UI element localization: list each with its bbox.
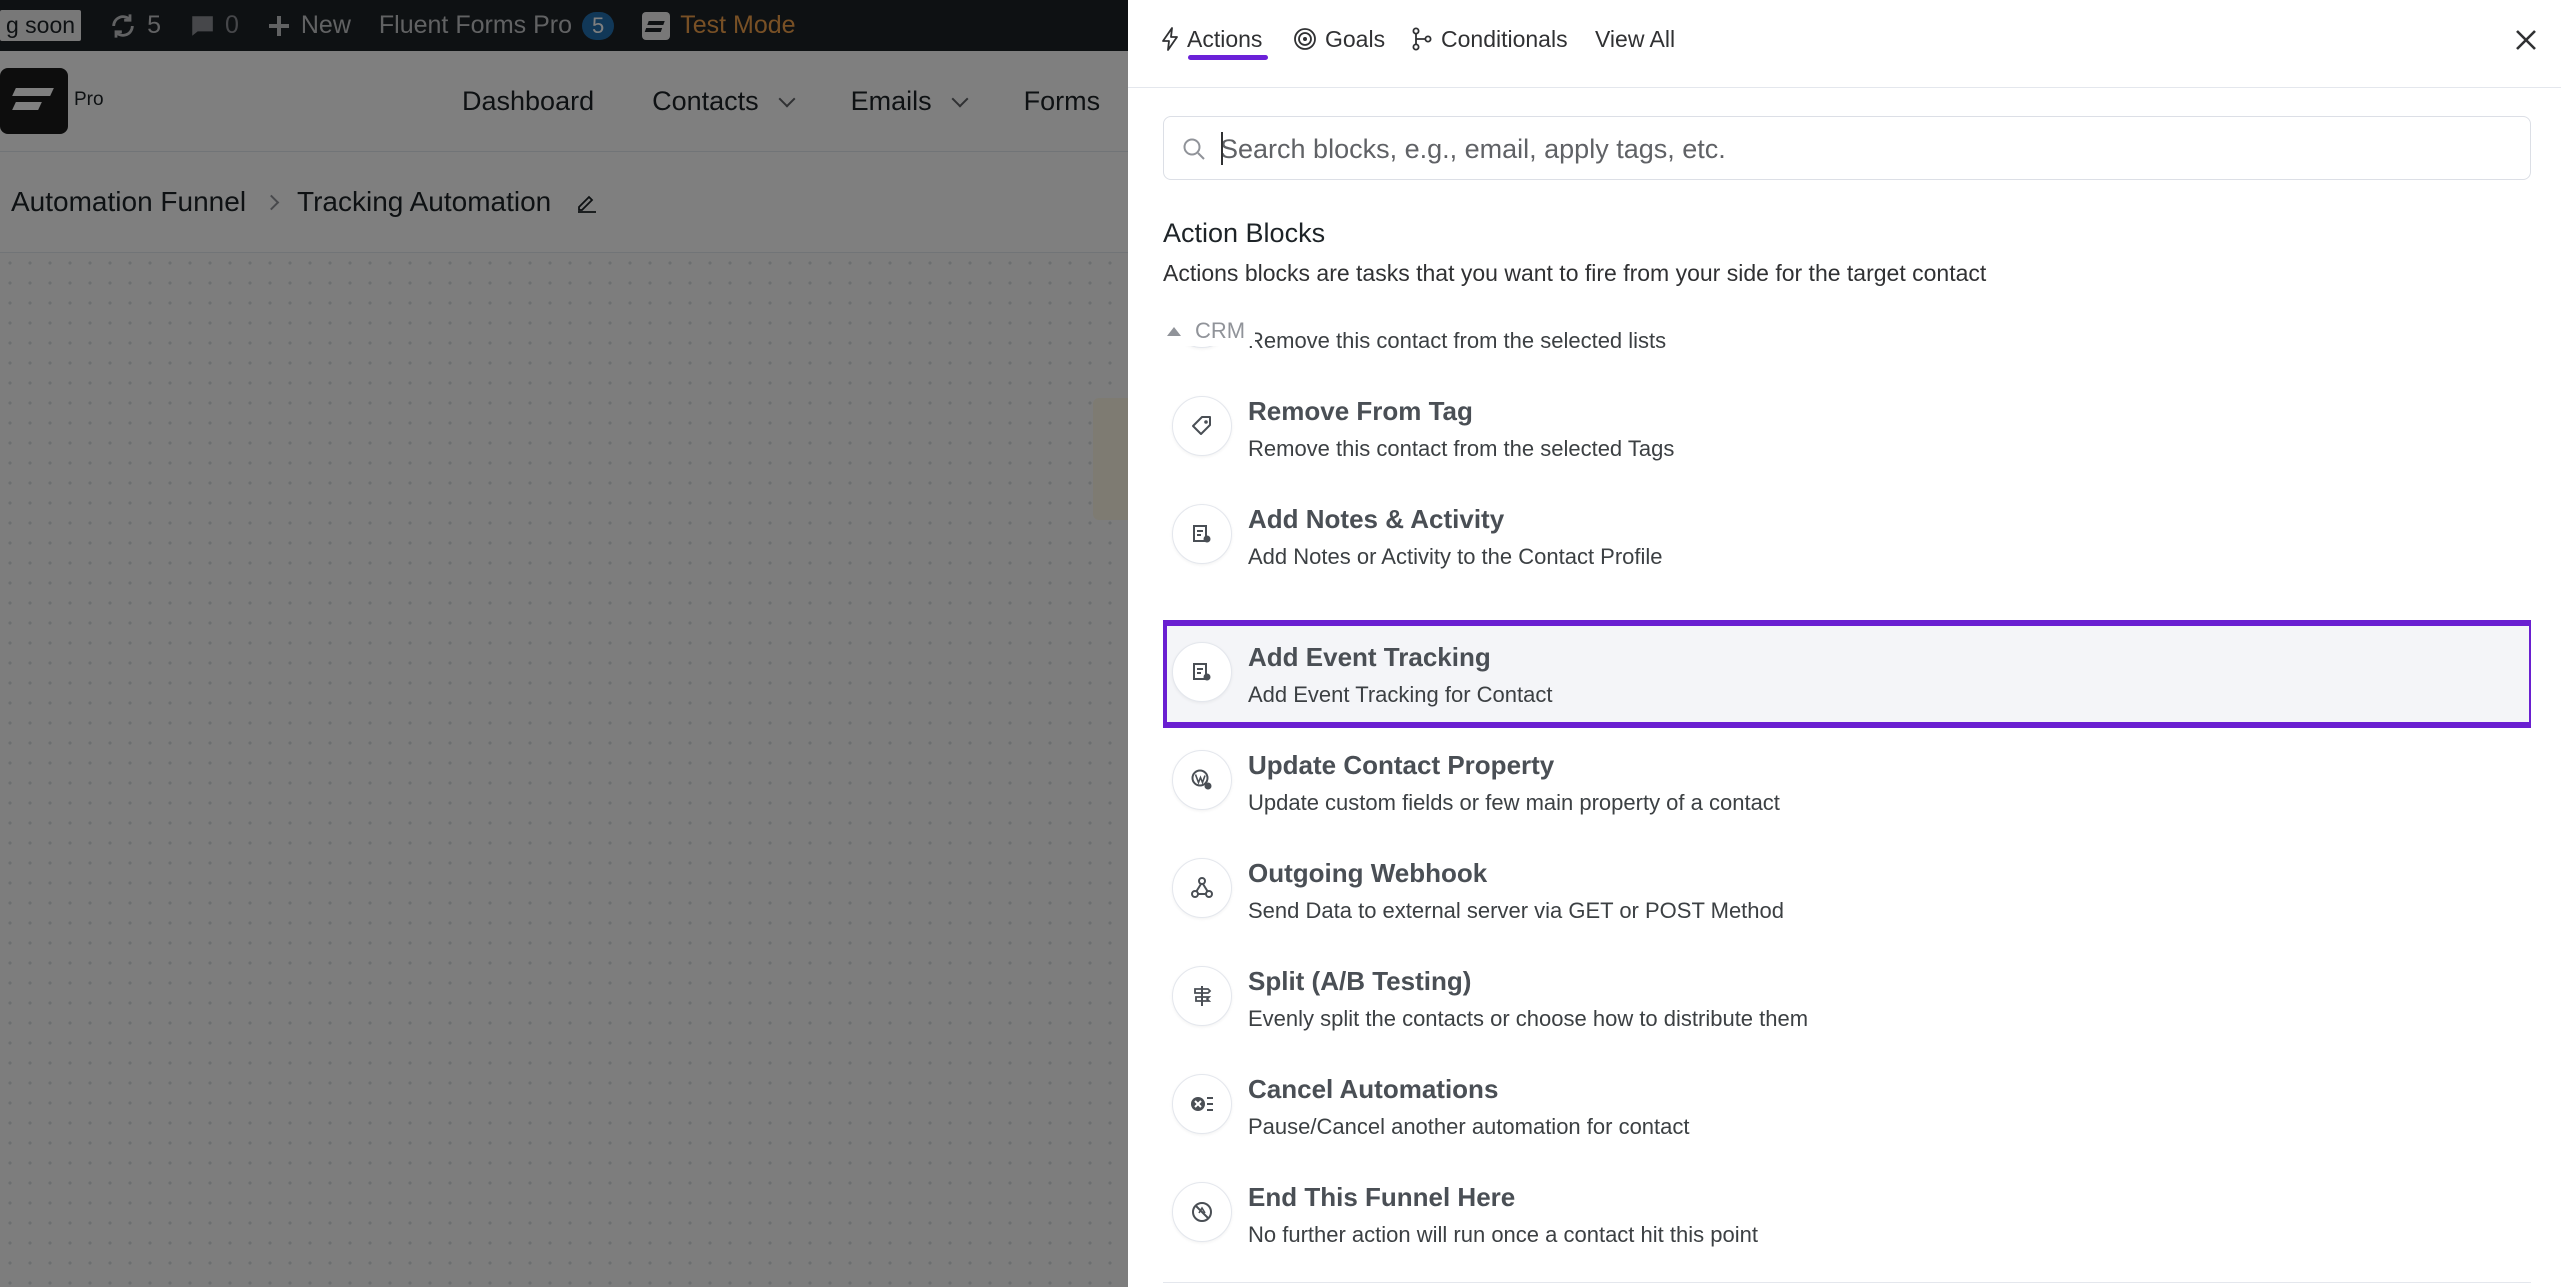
block-outgoing-webhook[interactable]: Outgoing Webhook Send Data to external s… [1163, 836, 2531, 944]
divider [1163, 1282, 2531, 1283]
target-icon [1294, 28, 1316, 50]
split-icon [1172, 966, 1232, 1026]
modal-overlay[interactable] [0, 0, 1128, 1287]
block-title: Outgoing Webhook [1248, 858, 1488, 888]
block-description: Update custom fields or few main propert… [1248, 790, 1780, 815]
stop-icon [1172, 1182, 1232, 1242]
block-title: Split (A/B Testing) [1248, 966, 1472, 996]
block-search [1163, 116, 2531, 180]
search-input[interactable] [1220, 129, 2510, 169]
tab-label: View All [1595, 25, 1676, 52]
group-label: CRM [1195, 318, 1246, 343]
block-update-contact-property[interactable]: Update Contact Property Update custom fi… [1163, 728, 2531, 836]
block-description: Remove this contact from the selected Ta… [1248, 436, 1675, 461]
block-remove-from-list[interactable]: Remove this contact from the selected li… [1163, 328, 2531, 374]
block-title: Cancel Automations [1248, 1074, 1499, 1104]
block-picker-drawer: Actions Goals Conditionals View All Acti… [1128, 0, 2561, 1287]
block-add-notes-activity[interactable]: Add Notes & Activity Add Notes or Activi… [1163, 482, 2531, 590]
text-cursor [1221, 132, 1223, 165]
group-header-crm[interactable]: CRM [1163, 316, 1256, 346]
tab-label: Goals [1325, 25, 1386, 52]
tab-view-all[interactable]: View All [1595, 24, 1675, 54]
block-description: Evenly split the contacts or choose how … [1248, 1006, 1809, 1031]
close-icon[interactable] [2508, 22, 2544, 58]
branch-icon [1412, 27, 1432, 51]
block-description: Pause/Cancel another automation for cont… [1248, 1114, 1690, 1139]
wordpress-icon [1172, 750, 1232, 810]
active-tab-indicator [1188, 55, 1268, 60]
collapse-caret-icon [1167, 326, 1181, 336]
action-block-list: Remove this contact from the selected li… [1163, 328, 2531, 1287]
event-icon [1172, 642, 1232, 702]
tag-icon [1172, 396, 1232, 456]
section-subtitle: Actions blocks are tasks that you want t… [1163, 260, 1987, 286]
block-title: Remove From Tag [1248, 396, 1473, 426]
note-icon [1172, 504, 1232, 564]
block-title: Add Notes & Activity [1248, 504, 1505, 534]
tab-actions[interactable]: Actions [1161, 24, 1262, 54]
block-split-ab-testing[interactable]: Split (A/B Testing) Evenly split the con… [1163, 944, 2531, 1052]
tab-label: Actions [1187, 25, 1263, 52]
block-title: Add Event Tracking [1248, 642, 1491, 672]
lightning-icon [1162, 27, 1178, 51]
block-title: Update Contact Property [1248, 750, 1555, 780]
block-description: Send Data to external server via GET or … [1248, 898, 1784, 923]
block-description: No further action will run once a contac… [1248, 1222, 1758, 1247]
block-cancel-automations[interactable]: Cancel Automations Pause/Cancel another … [1163, 1052, 2531, 1160]
block-remove-from-tag[interactable]: Remove From Tag Remove this contact from… [1163, 374, 2531, 482]
tab-goals[interactable]: Goals [1293, 24, 1385, 54]
cancel-icon [1172, 1074, 1232, 1134]
block-add-event-tracking[interactable]: Add Event Tracking Add Event Tracking fo… [1163, 620, 2531, 728]
block-end-funnel[interactable]: End This Funnel Here No further action w… [1163, 1160, 2531, 1268]
block-description: Remove this contact from the selected li… [1248, 328, 1667, 353]
tab-conditionals[interactable]: Conditionals [1411, 24, 1568, 54]
block-description: Add Notes or Activity to the Contact Pro… [1248, 544, 1663, 569]
tab-label: Conditionals [1441, 25, 1568, 52]
drawer-tabs: Actions Goals Conditionals View All [1128, 0, 2561, 88]
search-icon [1183, 138, 1205, 160]
block-description: Add Event Tracking for Contact [1248, 682, 1553, 707]
webhook-icon [1172, 858, 1232, 918]
block-title: End This Funnel Here [1248, 1182, 1516, 1212]
section-title: Action Blocks [1163, 218, 1326, 248]
